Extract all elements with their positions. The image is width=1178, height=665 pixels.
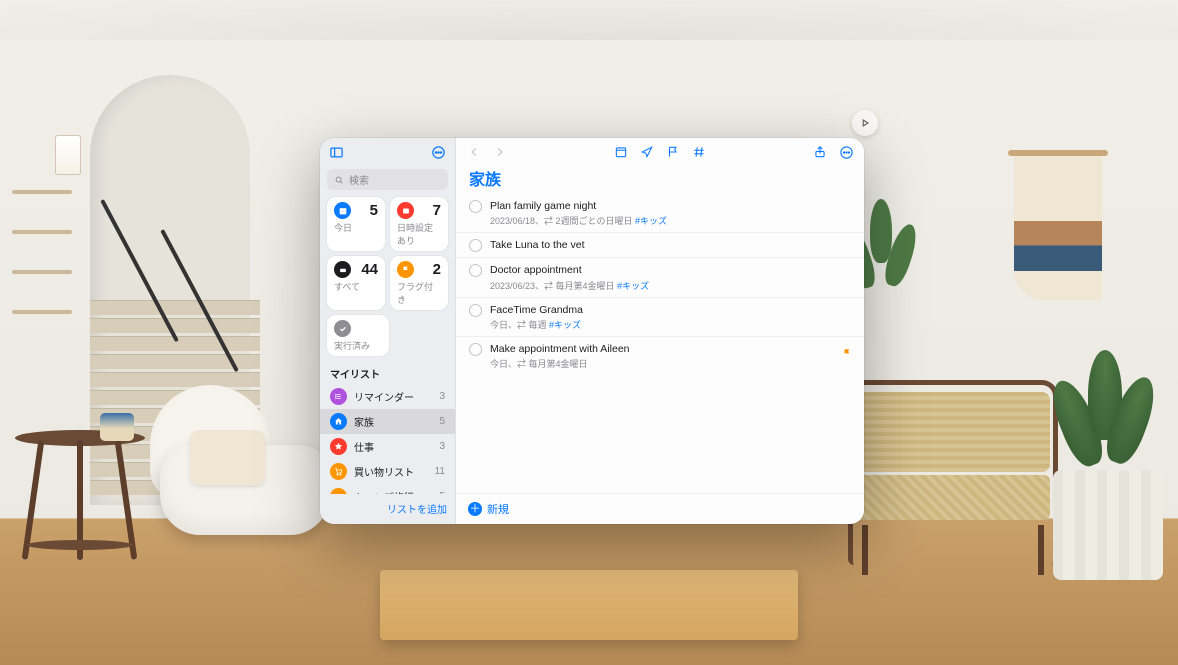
wall-shelf	[12, 270, 72, 274]
forward-icon[interactable]	[492, 144, 508, 160]
tag-icon[interactable]	[691, 144, 707, 160]
task-title: Make appointment with Aileen	[490, 342, 851, 356]
search-input[interactable]: 検索	[327, 169, 448, 190]
sidebar-list-item[interactable]: リマインダー 3	[320, 384, 455, 409]
task-checkbox[interactable]	[469, 239, 482, 252]
lounge-chair	[848, 380, 1058, 565]
calendar-icon	[397, 202, 414, 219]
task-meta: 2023/06/23、⇄ 毎月第4金曜日 #キッズ	[490, 279, 851, 292]
flag-icon	[842, 345, 852, 355]
wall-sconce	[55, 135, 81, 175]
tray-icon	[334, 261, 351, 278]
list-count: 5	[439, 416, 445, 427]
reminders-window: 検索 · 5 今日 7 日時設定あり 44 すべて 2 フラグ付き	[320, 138, 864, 524]
task-title: FaceTime Grandma	[490, 303, 851, 317]
sidebar-list-item[interactable]: キャンプ旅行 5	[320, 484, 455, 494]
task-title: Take Luna to the vet	[490, 238, 851, 252]
list-container: リマインダー 3 家族 5 仕事 3 買い物リスト 11 キャンプ旅行 5 読書…	[320, 384, 455, 494]
task-row[interactable]: Plan family game night2023/06/18、⇄ 2週間ごと…	[456, 194, 864, 233]
checkmark-icon	[334, 320, 351, 337]
smart-today[interactable]: · 5 今日	[327, 197, 385, 251]
flag-toolbar-icon[interactable]	[665, 144, 681, 160]
list-name: 買い物リスト	[354, 464, 414, 479]
list-title: 家族	[456, 166, 864, 194]
task-row[interactable]: Doctor appointment 2023/06/23、⇄ 毎月第4金曜日 #…	[456, 258, 864, 297]
plus-icon: ＋	[468, 502, 482, 516]
planter	[1053, 470, 1163, 580]
svg-text:·: ·	[342, 209, 344, 214]
wall-shelf	[12, 310, 72, 314]
task-checkbox[interactable]	[469, 264, 482, 277]
spatial-audio-icon[interactable]	[852, 110, 878, 136]
task-title: Plan family game night	[490, 199, 851, 213]
calendar-today-icon: ·	[334, 202, 351, 219]
add-list-button[interactable]: リストを追加	[387, 505, 447, 516]
wall-shelf	[12, 230, 72, 234]
back-icon[interactable]	[466, 144, 482, 160]
sidebar: 検索 · 5 今日 7 日時設定あり 44 すべて 2 フラグ付き	[320, 138, 456, 524]
cart-icon	[330, 463, 347, 480]
star-icon	[330, 438, 347, 455]
sidebar-list-item[interactable]: 家族 5	[320, 409, 455, 434]
smart-scheduled[interactable]: 7 日時設定あり	[390, 197, 448, 251]
content-pane: 家族 Plan family game night2023/06/18、⇄ 2週…	[456, 138, 864, 524]
location-icon[interactable]	[639, 144, 655, 160]
content-toolbar	[456, 138, 864, 166]
more-icon[interactable]	[430, 144, 447, 161]
task-tag[interactable]: #キッズ	[635, 216, 667, 226]
new-reminder-button[interactable]: ＋ 新規	[456, 493, 864, 524]
share-icon[interactable]	[812, 144, 828, 160]
wall-shelf	[12, 190, 72, 194]
ceiling	[0, 0, 1178, 40]
sidebar-list-item[interactable]: 買い物リスト 11	[320, 459, 455, 484]
task-checkbox[interactable]	[469, 200, 482, 213]
list-name: 家族	[354, 414, 374, 429]
task-title: Doctor appointment	[490, 263, 851, 277]
task-meta: 2023/06/18、⇄ 2週間ごとの日曜日 #キッズ	[490, 214, 851, 227]
task-meta: 今日、⇄ 毎月第4金曜日	[490, 357, 851, 370]
flag-icon	[397, 261, 414, 278]
toggle-sidebar-icon[interactable]	[328, 144, 345, 161]
due-date-icon[interactable]	[613, 144, 629, 160]
list-icon	[330, 388, 347, 405]
list-count: 3	[439, 441, 445, 452]
side-table	[5, 430, 155, 570]
task-meta: 今日、⇄ 毎週 #キッズ	[490, 318, 851, 331]
list-count: 3	[439, 391, 445, 402]
sidebar-top	[320, 138, 455, 167]
sidebar-footer: リストを追加	[320, 494, 455, 524]
floor-rug	[380, 570, 798, 640]
new-reminder-label: 新規	[487, 501, 509, 517]
mylists-header: マイリスト	[320, 362, 455, 384]
task-list: Plan family game night2023/06/18、⇄ 2週間ごと…	[456, 194, 864, 493]
more-toolbar-icon[interactable]	[838, 144, 854, 160]
list-name: リマインダー	[354, 389, 414, 404]
smart-completed[interactable]: 実行済み	[327, 315, 389, 356]
task-row[interactable]: Take Luna to the vet	[456, 233, 864, 258]
mug	[100, 413, 134, 441]
task-tag[interactable]: #キッズ	[549, 320, 581, 330]
list-count: 11	[435, 466, 445, 477]
task-checkbox[interactable]	[469, 343, 482, 356]
house-icon	[330, 413, 347, 430]
smart-flagged[interactable]: 2 フラグ付き	[390, 256, 448, 310]
smart-list-grid: · 5 今日 7 日時設定あり 44 すべて 2 フラグ付き	[320, 197, 455, 362]
search-placeholder: 検索	[349, 172, 369, 187]
sidebar-list-item[interactable]: 仕事 3	[320, 434, 455, 459]
task-row[interactable]: Make appointment with Aileen今日、⇄ 毎月第4金曜日	[456, 337, 864, 375]
search-icon	[334, 175, 344, 185]
task-row[interactable]: FaceTime Grandma今日、⇄ 毎週 #キッズ	[456, 298, 864, 337]
task-tag[interactable]: #キッズ	[617, 281, 649, 291]
list-name: 仕事	[354, 439, 374, 454]
task-checkbox[interactable]	[469, 304, 482, 317]
smart-all[interactable]: 44 すべて	[327, 256, 385, 310]
potted-plant	[1060, 350, 1150, 490]
wall-hanging	[1008, 150, 1108, 300]
